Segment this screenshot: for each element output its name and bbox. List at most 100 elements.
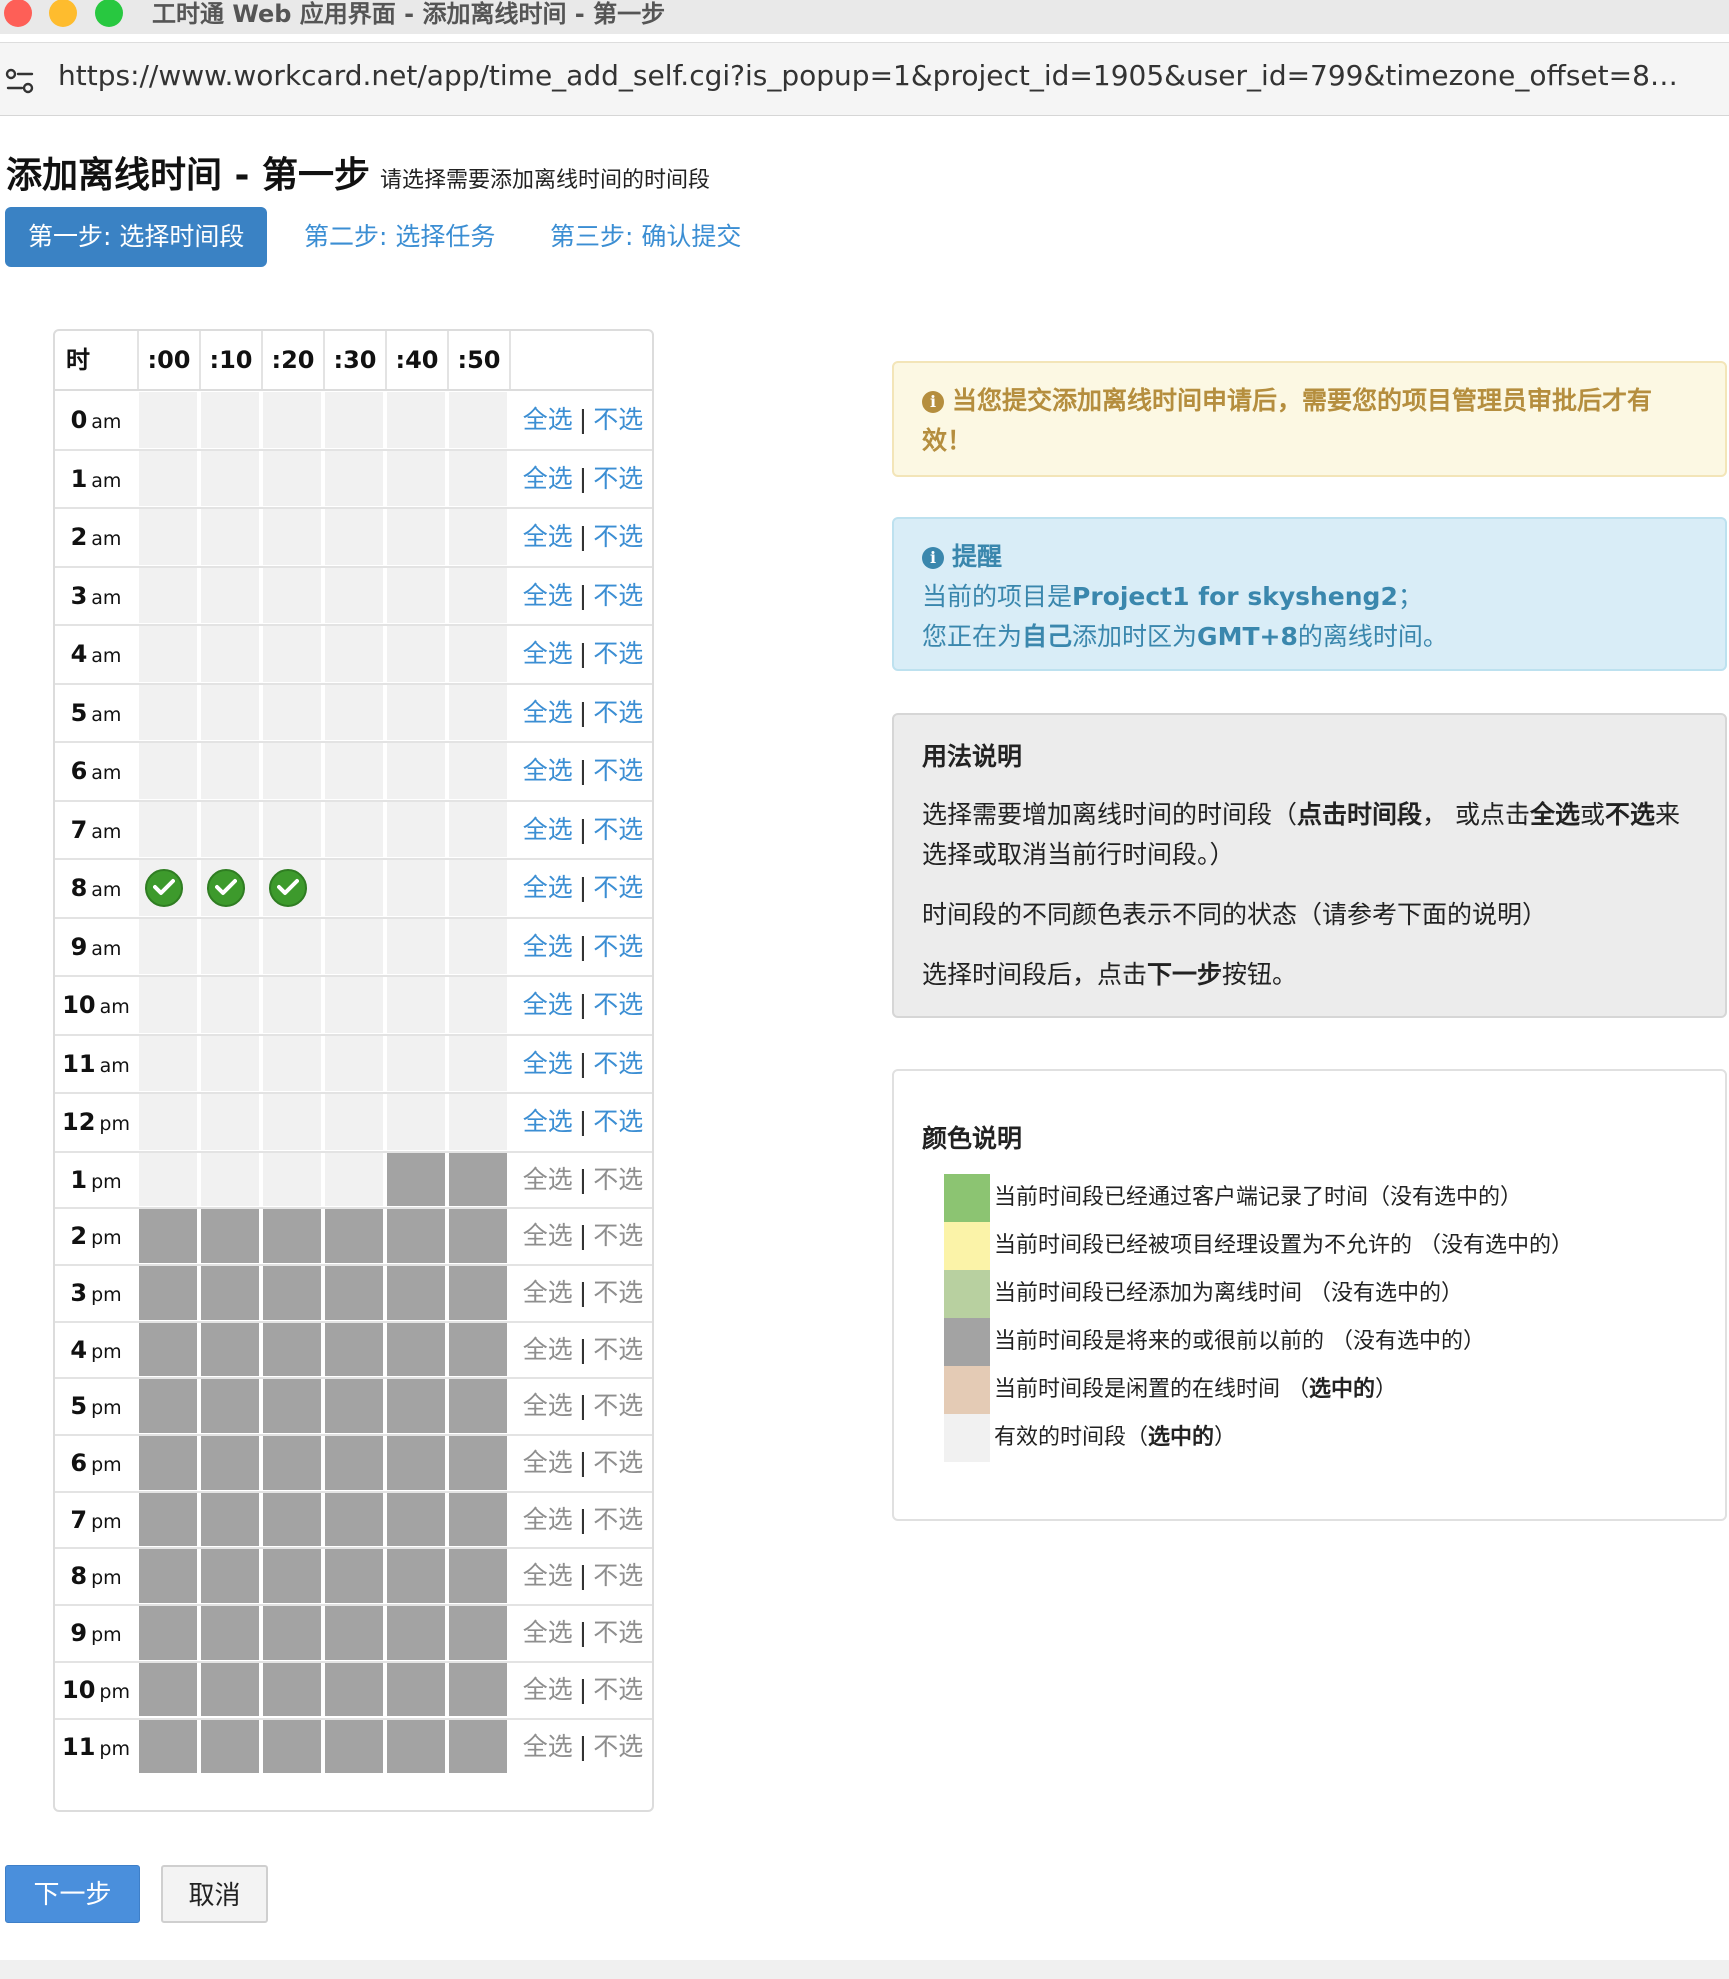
time-slot-cell[interactable] — [139, 1152, 197, 1207]
time-slot-cell[interactable] — [449, 684, 507, 740]
time-slot-cell[interactable] — [325, 860, 383, 916]
select-none-link[interactable]: 不选 — [593, 815, 643, 844]
time-slot-cell[interactable] — [139, 392, 197, 448]
time-slot-cell[interactable] — [387, 801, 445, 857]
select-none-link[interactable]: 不选 — [593, 873, 643, 902]
time-slot-cell[interactable] — [263, 450, 321, 506]
time-slot-cell[interactable] — [201, 1035, 259, 1091]
tab-step-1[interactable]: 第一步: 选择时间段 — [5, 207, 268, 267]
time-slot-cell[interactable] — [325, 1035, 383, 1091]
site-settings-icon[interactable] — [4, 65, 36, 97]
cancel-button[interactable]: 取消 — [161, 1865, 268, 1923]
time-slot-cell[interactable] — [201, 684, 259, 740]
time-slot-cell[interactable] — [449, 509, 507, 565]
time-slot-cell[interactable] — [139, 1094, 197, 1150]
select-none-link[interactable]: 不选 — [593, 639, 643, 668]
time-slot-cell[interactable] — [325, 567, 383, 623]
minimize-window-button[interactable] — [49, 0, 77, 27]
time-slot-cell[interactable] — [325, 450, 383, 506]
time-slot-cell[interactable] — [139, 860, 197, 916]
select-none-link[interactable]: 不选 — [593, 581, 643, 610]
select-all-link[interactable]: 全选 — [523, 990, 573, 1019]
time-slot-cell[interactable] — [387, 392, 445, 448]
time-slot-cell[interactable] — [139, 977, 197, 1033]
time-slot-cell[interactable] — [201, 918, 259, 974]
time-slot-cell[interactable] — [449, 1035, 507, 1091]
time-slot-cell[interactable] — [139, 509, 197, 565]
time-slot-cell[interactable] — [449, 977, 507, 1033]
time-slot-cell[interactable] — [263, 801, 321, 857]
time-slot-cell[interactable] — [387, 918, 445, 974]
time-slot-cell[interactable] — [325, 743, 383, 799]
time-slot-cell[interactable] — [449, 860, 507, 916]
select-all-link[interactable]: 全选 — [523, 522, 573, 551]
time-slot-cell[interactable] — [201, 450, 259, 506]
select-none-link[interactable]: 不选 — [593, 756, 643, 785]
time-slot-cell[interactable] — [201, 860, 259, 916]
address-bar[interactable]: https://www.workcard.net/app/time_add_se… — [0, 42, 1729, 116]
time-slot-cell[interactable] — [139, 1035, 197, 1091]
select-all-link[interactable]: 全选 — [523, 581, 573, 610]
time-slot-cell[interactable] — [263, 567, 321, 623]
select-none-link[interactable]: 不选 — [593, 522, 643, 551]
time-slot-cell[interactable] — [201, 392, 259, 448]
select-none-link[interactable]: 不选 — [593, 1107, 643, 1136]
time-slot-cell[interactable] — [263, 1152, 321, 1207]
url-text[interactable]: https://www.workcard.net/app/time_add_se… — [58, 59, 1698, 92]
time-slot-cell[interactable] — [139, 743, 197, 799]
select-all-link[interactable]: 全选 — [523, 1107, 573, 1136]
time-slot-cell[interactable] — [387, 567, 445, 623]
time-slot-cell[interactable] — [387, 626, 445, 682]
select-all-link[interactable]: 全选 — [523, 1049, 573, 1078]
time-slot-cell[interactable] — [325, 1152, 383, 1207]
time-slot-cell[interactable] — [325, 509, 383, 565]
time-slot-cell[interactable] — [325, 918, 383, 974]
time-slot-cell[interactable] — [263, 977, 321, 1033]
time-slot-cell[interactable] — [201, 509, 259, 565]
time-slot-cell[interactable] — [449, 918, 507, 974]
next-step-button[interactable]: 下一步 — [5, 1865, 140, 1923]
zoom-window-button[interactable] — [95, 0, 123, 27]
time-slot-cell[interactable] — [325, 801, 383, 857]
time-slot-cell[interactable] — [449, 450, 507, 506]
time-slot-cell[interactable] — [325, 1094, 383, 1150]
select-all-link[interactable]: 全选 — [523, 464, 573, 493]
time-slot-cell[interactable] — [325, 977, 383, 1033]
select-all-link[interactable]: 全选 — [523, 873, 573, 902]
time-slot-cell[interactable] — [201, 626, 259, 682]
time-slot-cell[interactable] — [139, 918, 197, 974]
time-slot-cell[interactable] — [201, 1152, 259, 1207]
time-slot-cell[interactable] — [387, 860, 445, 916]
time-slot-cell[interactable] — [387, 1035, 445, 1091]
time-slot-cell[interactable] — [449, 392, 507, 448]
time-slot-cell[interactable] — [449, 743, 507, 799]
time-slot-cell[interactable] — [201, 567, 259, 623]
select-none-link[interactable]: 不选 — [593, 464, 643, 493]
time-slot-cell[interactable] — [201, 977, 259, 1033]
select-none-link[interactable]: 不选 — [593, 1049, 643, 1078]
select-all-link[interactable]: 全选 — [523, 815, 573, 844]
time-slot-cell[interactable] — [201, 743, 259, 799]
time-slot-cell[interactable] — [263, 860, 321, 916]
time-slot-cell[interactable] — [449, 801, 507, 857]
close-window-button[interactable] — [4, 0, 32, 27]
time-slot-cell[interactable] — [139, 567, 197, 623]
time-slot-cell[interactable] — [263, 918, 321, 974]
time-slot-cell[interactable] — [139, 450, 197, 506]
select-all-link[interactable]: 全选 — [523, 639, 573, 668]
time-slot-cell[interactable] — [201, 801, 259, 857]
select-all-link[interactable]: 全选 — [523, 756, 573, 785]
time-slot-cell[interactable] — [325, 684, 383, 740]
tab-step-3[interactable]: 第三步: 确认提交 — [550, 207, 741, 267]
tab-step-2[interactable]: 第二步: 选择任务 — [304, 207, 495, 267]
time-slot-cell[interactable] — [263, 743, 321, 799]
time-slot-cell[interactable] — [325, 626, 383, 682]
time-slot-cell[interactable] — [387, 1094, 445, 1150]
time-slot-cell[interactable] — [387, 450, 445, 506]
time-slot-cell[interactable] — [449, 567, 507, 623]
select-all-link[interactable]: 全选 — [523, 405, 573, 434]
time-slot-cell[interactable] — [263, 509, 321, 565]
time-slot-cell[interactable] — [263, 1094, 321, 1150]
time-slot-cell[interactable] — [449, 1094, 507, 1150]
select-all-link[interactable]: 全选 — [523, 932, 573, 961]
